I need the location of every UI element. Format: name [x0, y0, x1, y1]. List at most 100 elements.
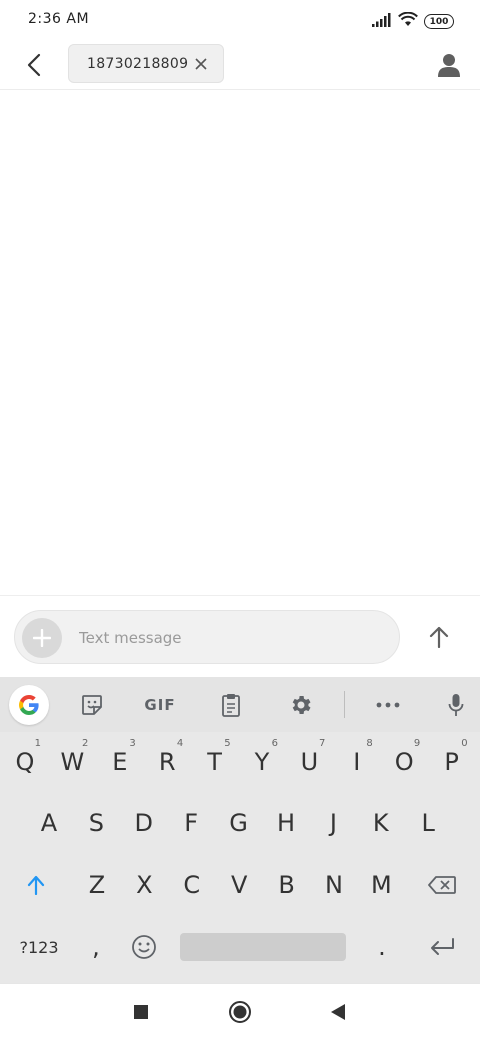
voice-input-button[interactable] [437, 686, 475, 724]
key-v[interactable]: V [217, 857, 261, 913]
key-hint: 9 [413, 738, 421, 749]
key-label: O [394, 748, 414, 776]
key-y[interactable]: Y6 [240, 734, 284, 790]
backspace-key[interactable] [418, 857, 466, 913]
key-label: S [88, 809, 104, 837]
wifi-icon [398, 11, 418, 31]
status-bar: 2:36 AM 100 [0, 0, 480, 40]
key-f[interactable]: F [169, 795, 213, 851]
key-hint: 1 [34, 738, 41, 749]
enter-arrow-icon [431, 938, 454, 955]
home-circle-icon [229, 1001, 251, 1023]
microphone-icon [448, 694, 464, 716]
space-key[interactable] [180, 933, 346, 961]
recipient-chip[interactable]: 18730218809 [68, 44, 224, 83]
key-label: T [207, 748, 222, 776]
key-hint: 2 [82, 738, 89, 749]
navigation-bar [0, 983, 480, 1040]
key-i[interactable]: I8 [335, 734, 379, 790]
app-bar: 18730218809 [0, 40, 480, 90]
clipboard-button[interactable] [212, 686, 250, 724]
key-c[interactable]: C [170, 857, 214, 913]
key-x[interactable]: X [122, 857, 166, 913]
compose-field [14, 610, 400, 664]
key-s[interactable]: S [74, 795, 118, 851]
comma-key[interactable]: , [74, 919, 118, 975]
period-key[interactable]: . [360, 919, 404, 975]
close-icon [195, 58, 207, 70]
signal-icon [372, 12, 392, 31]
key-u[interactable]: U7 [287, 734, 331, 790]
triangle-back-icon [331, 1004, 345, 1020]
key-label: E [112, 748, 128, 776]
keyboard: G I F Q 1 W 2 E 3 R 4 T 5 Y 6 U 7 I 8 O 9 … [0, 677, 480, 983]
key-d[interactable]: D [122, 795, 166, 851]
key-label: Z [88, 871, 106, 899]
key-j[interactable]: J [311, 795, 355, 851]
key-r[interactable]: R4 [145, 734, 189, 790]
key-t[interactable]: T5 [193, 734, 237, 790]
shift-key[interactable] [14, 857, 58, 913]
key-h[interactable]: H [264, 795, 308, 851]
key-label: N [325, 871, 343, 899]
back-button[interactable] [18, 49, 50, 81]
remove-recipient-button[interactable] [193, 56, 209, 72]
key-e[interactable]: E3 [98, 734, 142, 790]
status-icons: 100 [372, 11, 454, 31]
key-w[interactable]: W2 [50, 734, 94, 790]
sticker-button[interactable] [73, 686, 111, 724]
key-m[interactable]: M [359, 857, 403, 913]
key-l[interactable]: L [406, 795, 450, 851]
person-icon [438, 54, 460, 77]
more-button[interactable] [369, 686, 407, 724]
key-label: P [444, 748, 459, 776]
key-hint: 8 [366, 738, 373, 749]
key-label: G [229, 809, 248, 837]
key-label: C [183, 871, 201, 899]
key-a[interactable]: A [27, 795, 71, 851]
attach-button[interactable] [22, 618, 62, 658]
symbols-key[interactable]: ?123 [14, 919, 64, 975]
compose-bar [0, 595, 480, 677]
key-hint: 6 [271, 738, 278, 749]
send-button[interactable] [420, 618, 458, 656]
key-q[interactable]: Q1 [3, 734, 47, 790]
gif-button[interactable]: GIF [138, 686, 182, 724]
key-label: I [353, 748, 361, 776]
key-k[interactable]: K [359, 795, 403, 851]
key-label: D [134, 809, 154, 837]
key-g[interactable]: G [217, 795, 261, 851]
key-label: J [329, 809, 337, 837]
enter-key[interactable] [418, 919, 466, 975]
key-n[interactable]: N [312, 857, 356, 913]
square-icon [134, 1005, 148, 1019]
back-nav-button[interactable] [324, 998, 352, 1026]
key-z[interactable]: Z [75, 857, 119, 913]
settings-button[interactable] [282, 686, 320, 724]
key-label: R [158, 748, 176, 776]
shift-arrow-icon [27, 875, 45, 895]
google-button[interactable] [9, 685, 49, 725]
key-label: X [136, 871, 153, 899]
key-label: K [372, 809, 389, 837]
plus-icon [33, 629, 51, 647]
emoji-key[interactable] [122, 919, 166, 975]
key-label: F [184, 809, 199, 837]
key-label: B [278, 871, 295, 899]
emoji-icon [132, 935, 156, 959]
battery-icon: 100 [424, 14, 454, 29]
key-label: L [421, 809, 435, 837]
key-b[interactable]: B [265, 857, 309, 913]
key-hint: 5 [224, 738, 231, 749]
message-input[interactable] [79, 624, 379, 652]
contacts-button[interactable] [432, 48, 466, 82]
key-hint: 0 [461, 738, 468, 749]
keyboard-toolbar: GIF [0, 677, 480, 732]
key-hint: 3 [129, 738, 136, 749]
home-button[interactable] [226, 998, 254, 1026]
recents-button[interactable] [127, 998, 155, 1026]
key-o[interactable]: O9 [382, 734, 426, 790]
more-dots-icon [376, 702, 400, 708]
key-p[interactable]: P0 [430, 734, 474, 790]
key-label: W [60, 748, 85, 776]
